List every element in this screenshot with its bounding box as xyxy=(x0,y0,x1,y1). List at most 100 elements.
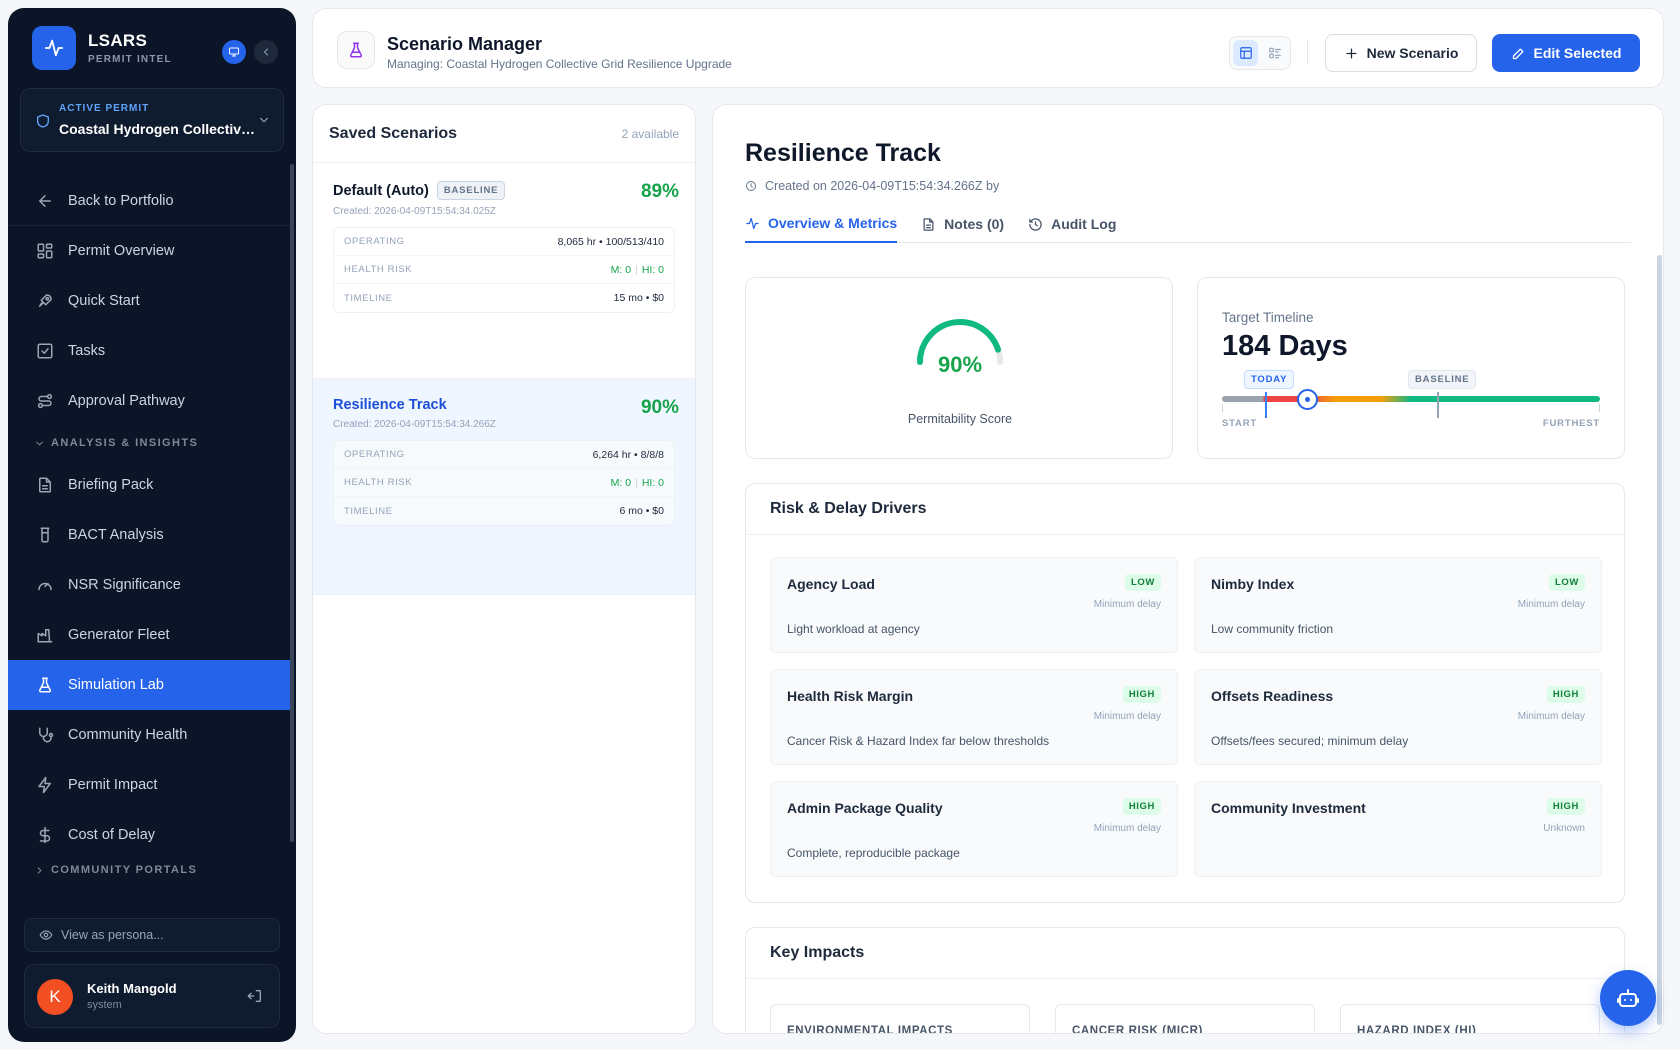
today-tag: TODAY xyxy=(1244,370,1295,389)
timeline-start-label: START xyxy=(1222,418,1257,429)
baseline-badge: BASELINE xyxy=(436,181,506,200)
nav-label: Briefing Pack xyxy=(68,477,154,493)
scenario-count: 2 available xyxy=(621,126,679,141)
flask-icon xyxy=(38,677,52,693)
logout-icon[interactable] xyxy=(247,988,263,1004)
nav-label: Simulation Lab xyxy=(68,677,164,693)
sidebar: LSARS PERMIT INTEL ACTIVE PERMIT Coastal… xyxy=(8,8,296,1042)
driver-description: Light workload at agency xyxy=(787,622,920,636)
section-community-portals[interactable]: COMMUNITY PORTALS xyxy=(8,860,290,880)
section-label: COMMUNITY PORTALS xyxy=(51,864,198,876)
health-hi-value: HI: 0 xyxy=(641,476,664,489)
section-analysis-insights[interactable]: ANALYSIS & INSIGHTS xyxy=(8,426,290,460)
risk-driver-card: Nimby Index LOW Minimum delay Low commun… xyxy=(1194,557,1602,653)
tab-audit-log[interactable]: Audit Log xyxy=(1028,205,1116,243)
clock-icon xyxy=(746,181,756,191)
sidebar-nav: Back to Portfolio Permit Overview Quick … xyxy=(8,176,290,880)
metric-label: TIMELINE xyxy=(344,505,393,517)
tab-label: Overview & Metrics xyxy=(768,215,898,231)
impact-environmental: ENVIRONMENTAL IMPACTS xyxy=(770,1004,1030,1033)
brand[interactable]: LSARS PERMIT INTEL xyxy=(32,26,172,70)
nav-approval-pathway[interactable]: Approval Pathway xyxy=(8,376,290,426)
scenario-score: 89% xyxy=(640,181,679,202)
driver-description: Low community friction xyxy=(1211,622,1334,636)
risk-driver-card: Offsets Readiness HIGH Minimum delay Off… xyxy=(1194,669,1602,765)
risk-driver-card: Community Investment HIGH Unknown xyxy=(1194,781,1602,877)
sidebar-scrollbar[interactable] xyxy=(290,164,294,842)
active-permit-selector[interactable]: ACTIVE PERMIT Coastal Hydrogen Collectiv… xyxy=(20,88,284,152)
driver-delay: Unknown xyxy=(1543,823,1585,834)
timeline-value: 184 Days xyxy=(1222,330,1348,362)
scenario-name: Default (Auto) xyxy=(333,182,429,199)
nav-label: Tasks xyxy=(68,343,106,359)
tab-notes[interactable]: Notes (0) xyxy=(921,205,1004,243)
route-icon xyxy=(37,393,53,409)
section-title: Risk & Delay Drivers xyxy=(770,500,927,517)
nav-tasks[interactable]: Tasks xyxy=(8,326,290,376)
nav-quick-start[interactable]: Quick Start xyxy=(8,276,290,326)
active-permit-label: ACTIVE PERMIT xyxy=(59,103,150,114)
nav-label: Back to Portfolio xyxy=(68,192,174,209)
history-icon xyxy=(1029,217,1042,231)
nav-back-to-portfolio[interactable]: Back to Portfolio xyxy=(8,176,290,226)
scenario-score: 90% xyxy=(640,397,679,418)
risk-driver-card: Health Risk Margin HIGH Minimum delay Ca… xyxy=(770,669,1178,765)
risk-delay-drivers-card: Risk & Delay Drivers Agency Load LOW Min… xyxy=(745,483,1625,903)
scenario-card-selected[interactable]: Resilience Track 90% Created: 2026-04-09… xyxy=(313,379,695,595)
brand-name: LSARS xyxy=(88,31,148,50)
detail-scrollbar[interactable] xyxy=(1657,255,1662,1025)
nav-label: Cost of Delay xyxy=(68,827,156,843)
nav-nsr-significance[interactable]: NSR Significance xyxy=(8,560,290,610)
chat-button[interactable] xyxy=(222,40,246,64)
scenario-card[interactable]: Default (Auto) BASELINE 89% Created: 202… xyxy=(313,163,695,379)
collapse-sidebar-button[interactable] xyxy=(254,40,278,64)
impact-cancer-risk: CANCER RISK (MICR) xyxy=(1055,1004,1315,1033)
nav-community-health[interactable]: Community Health xyxy=(8,710,290,760)
metric-label: HEALTH RISK xyxy=(344,264,413,275)
driver-delay: Minimum delay xyxy=(1093,823,1161,834)
impact-hazard-index: HAZARD INDEX (HI) xyxy=(1340,1004,1600,1033)
layout-icon xyxy=(1239,47,1252,59)
scenario-title: Resilience Track xyxy=(745,139,941,167)
new-scenario-button[interactable]: New Scenario xyxy=(1325,34,1477,72)
score-value: 90% xyxy=(937,352,983,377)
nav-permit-impact[interactable]: Permit Impact xyxy=(8,760,290,810)
view-as-persona-button[interactable]: View as persona... xyxy=(24,918,280,952)
nav-label: Generator Fleet xyxy=(68,627,170,643)
assistant-bot-button[interactable] xyxy=(1600,970,1656,1026)
brand-subtitle: PERMIT INTEL xyxy=(88,54,172,65)
list-view-button[interactable] xyxy=(1262,40,1287,66)
edit-selected-button[interactable]: Edit Selected xyxy=(1492,34,1640,72)
end-tick xyxy=(1599,404,1600,412)
operating-value: 6,264 hr • 8/8/8 xyxy=(592,448,664,461)
driver-level-badge: HIGH xyxy=(1546,686,1585,703)
monitor-icon xyxy=(229,47,239,57)
driver-name: Offsets Readiness xyxy=(1211,688,1334,704)
user-profile: K Keith Mangold system xyxy=(24,964,280,1028)
beaker-icon xyxy=(40,527,50,543)
timeline-slider-handle[interactable] xyxy=(1297,389,1318,410)
tab-overview-metrics[interactable]: Overview & Metrics xyxy=(745,205,898,243)
metric-label: TIMELINE xyxy=(344,292,393,304)
nav-bact-analysis[interactable]: BACT Analysis xyxy=(8,510,290,560)
nav-cost-of-delay[interactable]: Cost of Delay xyxy=(8,810,290,860)
pencil-icon xyxy=(1512,48,1524,59)
permitability-score-card: 90% Permitability Score xyxy=(745,277,1173,459)
section-title: Key Impacts xyxy=(770,944,865,961)
metric-label: HEALTH RISK xyxy=(344,477,413,488)
checkbox-icon xyxy=(37,343,53,359)
nav-permit-overview[interactable]: Permit Overview xyxy=(8,226,290,276)
nav-label: Quick Start xyxy=(68,293,140,309)
metric-label: OPERATING xyxy=(344,236,405,247)
driver-name: Nimby Index xyxy=(1211,576,1295,592)
nav-briefing-pack[interactable]: Briefing Pack xyxy=(8,460,290,510)
dollar-icon xyxy=(39,826,51,844)
activity-icon xyxy=(746,217,759,229)
nav-generator-fleet[interactable]: Generator Fleet xyxy=(8,610,290,660)
nav-simulation-lab[interactable]: Simulation Lab xyxy=(8,660,290,710)
plus-icon xyxy=(1346,48,1357,58)
key-impacts-card: Key Impacts ENVIRONMENTAL IMPACTS CANCER… xyxy=(745,927,1625,1033)
nav-label: Community Health xyxy=(68,727,188,743)
split-view-button[interactable] xyxy=(1233,40,1258,66)
created-info: Created on 2026-04-09T15:54:34.266Z by xyxy=(745,179,999,193)
